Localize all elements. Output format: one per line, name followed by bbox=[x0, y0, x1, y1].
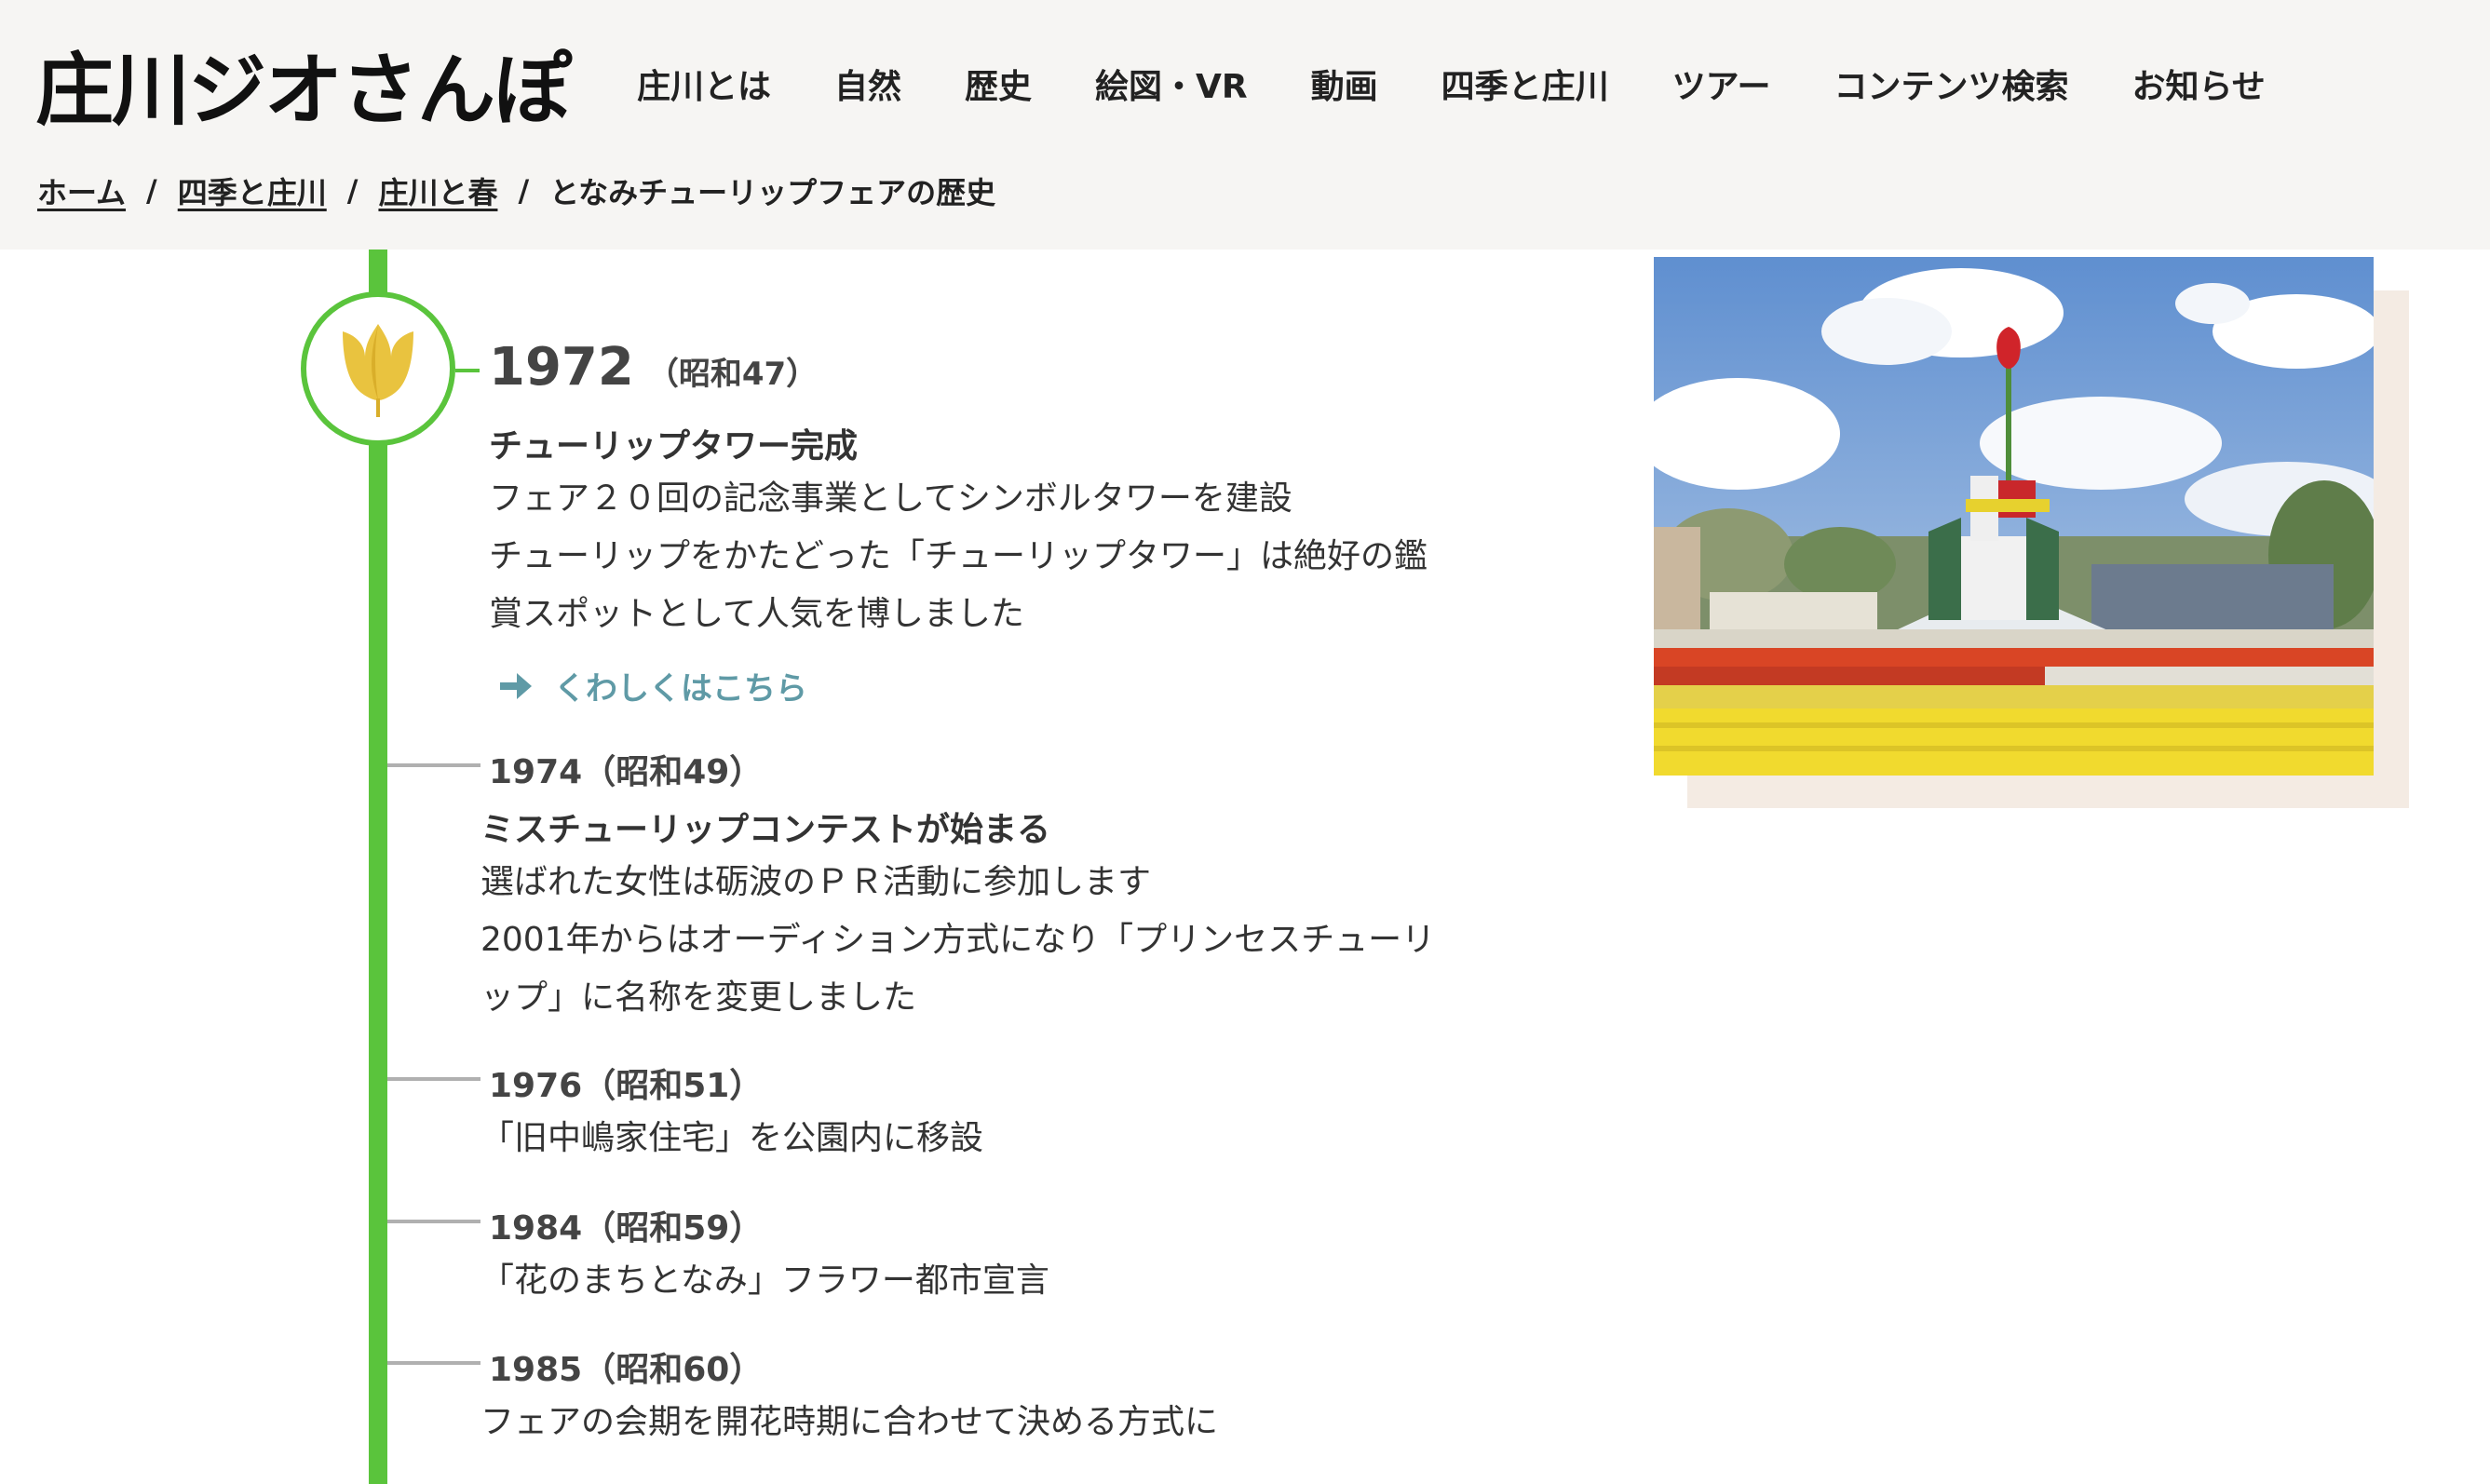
breadcrumb-seasons[interactable]: 四季と庄川 bbox=[178, 169, 327, 212]
entry-line: 選ばれた女性は砺波のＰＲ活動に参加します bbox=[480, 863, 1152, 901]
nav-item-videos[interactable]: 動画 bbox=[1311, 60, 1378, 108]
entry-line: 2001年からはオーディション方式になり「プリンセスチューリ bbox=[480, 921, 1436, 959]
breadcrumb-separator: / bbox=[146, 173, 157, 209]
tulip-tower-illustration bbox=[1654, 257, 2374, 776]
more-details-label: くわしくはこちら bbox=[554, 670, 807, 708]
entry-line: 「花のまちとなみ」フラワー都市宣言 bbox=[480, 1261, 1049, 1300]
nav-item-content-search[interactable]: コンテンツ検索 bbox=[1834, 60, 2069, 108]
breadcrumb-spring[interactable]: 庄川と春 bbox=[378, 169, 497, 212]
featured-title: チューリップタワー完成 bbox=[489, 427, 859, 465]
breadcrumb: ホーム / 四季と庄川 / 庄川と春 / となみチューリップフェアの歴史 bbox=[37, 168, 995, 214]
entry-year: 1974（昭和49） bbox=[489, 753, 764, 791]
entry-line: フェアの会期を開花時期に合わせて決める方式に bbox=[480, 1403, 1219, 1441]
timeline-tick bbox=[387, 1361, 480, 1365]
featured-line: 賞スポットとして人気を博しました bbox=[489, 595, 1024, 633]
featured-year-number: 1972 bbox=[489, 337, 634, 398]
badge-connector bbox=[455, 369, 480, 372]
breadcrumb-separator: / bbox=[346, 173, 359, 209]
entry-year: 1985（昭和60） bbox=[489, 1351, 764, 1389]
breadcrumb-current: となみチューリップフェアの歴史 bbox=[549, 175, 996, 210]
timeline-tick bbox=[387, 1077, 480, 1081]
breadcrumb-home[interactable]: ホーム bbox=[37, 169, 126, 212]
featured-year-era: （昭和47） bbox=[646, 356, 819, 393]
featured-line: フェア２０回の記念事業としてシンボルタワーを建設 bbox=[489, 479, 1292, 518]
nav-item-maps-vr[interactable]: 絵図・VR bbox=[1095, 60, 1248, 108]
nav-item-tours[interactable]: ツアー bbox=[1672, 60, 1771, 108]
timeline-tick bbox=[387, 763, 480, 767]
nav-item-about[interactable]: 庄川とは bbox=[637, 60, 771, 108]
timeline-tick bbox=[387, 1220, 480, 1223]
arrow-right-icon bbox=[500, 672, 532, 699]
site-logo[interactable]: 庄川ジオさんぽ bbox=[35, 37, 572, 136]
tulip-icon bbox=[343, 324, 413, 417]
main-nav: 庄川とは 自然 歴史 絵図・VR 動画 四季と庄川 ツアー コンテンツ検索 お知… bbox=[637, 56, 2266, 112]
nav-item-history[interactable]: 歴史 bbox=[965, 60, 1032, 108]
featured-line: チューリップをかたどった「チューリップタワー」は絶好の鑑 bbox=[489, 537, 1428, 575]
more-details-link[interactable]: くわしくはこちら bbox=[496, 663, 807, 708]
entry-line: ップ」に名称を変更しました bbox=[480, 978, 917, 1017]
nav-item-news[interactable]: お知らせ bbox=[2132, 60, 2266, 108]
entry-title: ミスチューリップコンテストが始まる bbox=[480, 811, 1051, 849]
site-header: 庄川ジオさんぽ 庄川とは 自然 歴史 絵図・VR 動画 四季と庄川 ツアー コン… bbox=[0, 0, 2490, 250]
entry-year: 1984（昭和59） bbox=[489, 1209, 764, 1248]
breadcrumb-separator: / bbox=[518, 173, 530, 209]
tulip-tower-photo bbox=[1654, 257, 2374, 776]
nav-item-nature[interactable]: 自然 bbox=[834, 60, 901, 108]
featured-year: 1972 （昭和47） bbox=[489, 337, 818, 398]
nav-item-seasons[interactable]: 四季と庄川 bbox=[1441, 60, 1609, 108]
entry-year: 1976（昭和51） bbox=[489, 1067, 764, 1105]
entry-line: 「旧中嶋家住宅」を公園内に移設 bbox=[480, 1119, 984, 1157]
timeline-badge bbox=[301, 291, 455, 446]
